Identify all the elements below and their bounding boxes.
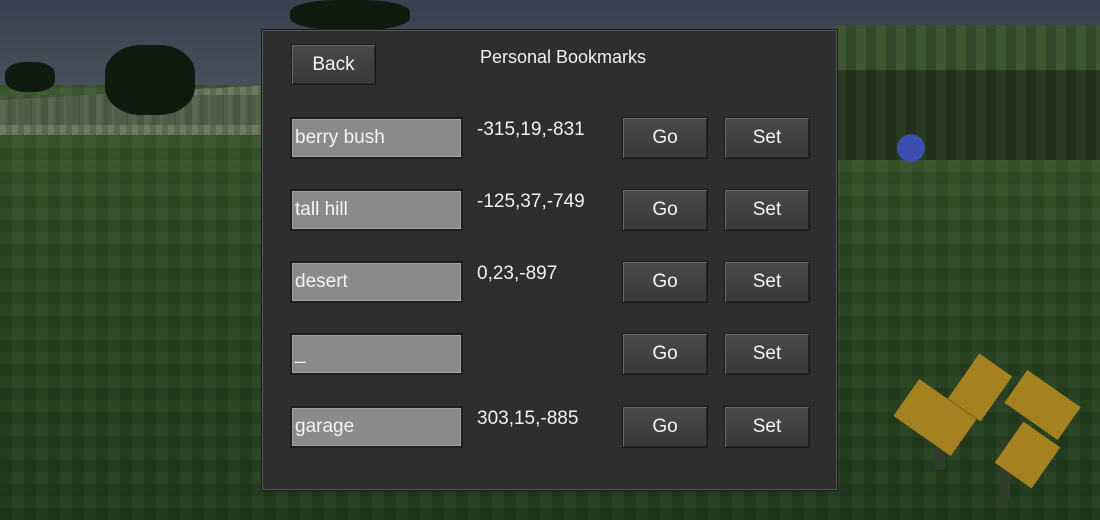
bookmark-name-field[interactable]: garage <box>290 406 463 448</box>
panel-title: Personal Bookmarks <box>479 47 647 67</box>
blue-flower <box>888 128 934 168</box>
set-button[interactable]: Set <box>724 333 810 375</box>
bookmark-row: berry bush -315,19,-831 Go Set <box>263 117 838 159</box>
go-button[interactable]: Go <box>622 117 708 159</box>
bookmark-row: tall hill -125,37,-749 Go Set <box>263 189 838 231</box>
bookmark-name-field[interactable]: berry bush <box>290 117 463 159</box>
bookmark-coordinates: -125,37,-749 <box>477 191 585 212</box>
bookmark-row: garage 303,15,-885 Go Set <box>263 406 838 448</box>
set-button[interactable]: Set <box>724 261 810 303</box>
bookmark-name-field[interactable]: _ <box>290 333 463 375</box>
set-button[interactable]: Set <box>724 406 810 448</box>
bookmark-row: desert 0,23,-897 Go Set <box>263 261 838 303</box>
bookmarks-panel: Back Personal Bookmarks berry bush -315,… <box>262 30 837 490</box>
bookmark-coordinates: 0,23,-897 <box>477 263 558 284</box>
bookmark-name-field[interactable]: desert <box>290 261 463 303</box>
fence-hedge <box>836 70 1100 160</box>
go-button[interactable]: Go <box>622 261 708 303</box>
set-button[interactable]: Set <box>724 117 810 159</box>
go-button[interactable]: Go <box>622 333 708 375</box>
bookmark-name-field[interactable]: tall hill <box>290 189 463 231</box>
go-button[interactable]: Go <box>622 406 708 448</box>
bookmark-row: _ Go Set <box>263 333 838 375</box>
hedge <box>836 25 1100 70</box>
tree-silhouette <box>105 45 195 115</box>
bookmark-coordinates: -315,19,-831 <box>477 119 585 140</box>
tree-silhouette <box>5 62 55 92</box>
back-button[interactable]: Back <box>291 44 376 85</box>
tree-silhouette <box>290 0 410 30</box>
go-button[interactable]: Go <box>622 189 708 231</box>
bookmark-coordinates: 303,15,-885 <box>477 408 579 429</box>
set-button[interactable]: Set <box>724 189 810 231</box>
